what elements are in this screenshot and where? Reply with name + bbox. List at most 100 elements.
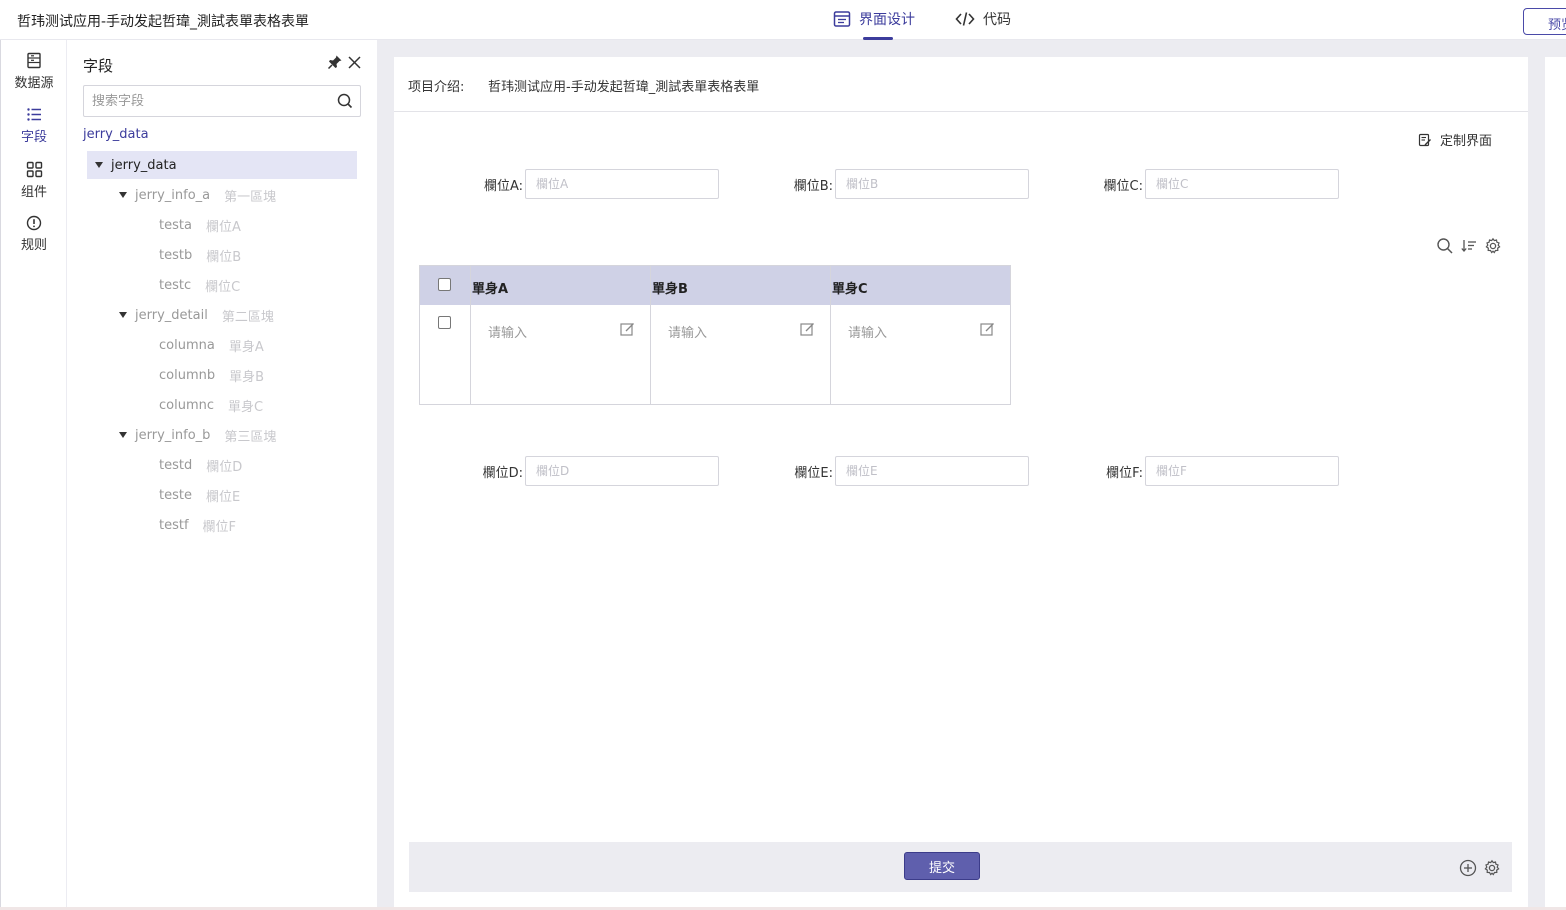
datasource-root-link[interactable]: jerry_data [83, 127, 149, 142]
tree-node-label: 欄位C [205, 279, 241, 295]
form-card: 项目介绍: 哲玮测试应用-手动发起哲瑋_測試表單表格表單 定制界面 欄位A: 欄… [394, 57, 1528, 910]
close-icon[interactable] [347, 55, 362, 74]
tree-node-field[interactable]: teste 欄位E [159, 481, 240, 509]
field-b: 欄位B: [783, 169, 1029, 199]
tree-node-field[interactable]: columna 單身A [159, 331, 264, 359]
edit-icon[interactable] [620, 322, 635, 341]
code-icon [955, 12, 975, 26]
field-panel: 字段 jerry_data jerry_data jerry_info_a 第一… [67, 40, 377, 910]
tree-node-key: columnc [159, 397, 215, 413]
intro-row: 项目介绍: 哲玮测试应用-手动发起哲瑋_測試表單表格表單 [394, 57, 1528, 112]
field-a: 欄位A: [473, 169, 719, 199]
caret-down-icon[interactable] [119, 312, 127, 318]
tree-node-field[interactable]: testf 欄位F [159, 511, 236, 539]
cell-input-a[interactable]: 请输入 [488, 322, 527, 341]
right-panel-edge [1545, 57, 1566, 910]
tree-node-label: 單身C [228, 399, 264, 415]
column-header-c: 單身C [832, 282, 868, 297]
search-icon[interactable] [337, 93, 353, 113]
tree-node-root[interactable]: jerry_data [87, 151, 357, 179]
tree-node-field[interactable]: columnb 單身B [159, 361, 264, 389]
row-checkbox[interactable] [438, 316, 451, 329]
column-divider [470, 266, 471, 404]
tab-code-label: 代码 [983, 12, 1011, 28]
caret-down-icon[interactable] [95, 162, 103, 168]
customize-ui-label: 定制界面 [1440, 134, 1493, 149]
column-header-b: 單身B [652, 282, 688, 297]
tree-node-key: testd [159, 457, 193, 473]
tree-node-key: jerry_data [111, 157, 177, 173]
submit-button[interactable]: 提交 [904, 852, 980, 880]
tree-node-key: teste [159, 487, 192, 503]
rail-item-components[interactable]: 组件 [1, 161, 67, 200]
tree-node-key: columnb [159, 367, 216, 383]
field-e-input[interactable] [835, 456, 1029, 486]
tree-node-label: 欄位B [206, 249, 242, 265]
tree-node-label: 欄位F [202, 519, 237, 535]
customize-ui-button[interactable]: 定制界面 [1418, 130, 1492, 149]
field-a-label: 欄位A: [483, 178, 523, 194]
pin-icon[interactable] [327, 54, 343, 74]
tree-node-field[interactable]: testc 欄位C [159, 271, 240, 299]
edit-icon[interactable] [800, 322, 815, 341]
tab-code[interactable]: 代码 [955, 9, 1011, 29]
rail-label-datasource: 数据源 [14, 76, 54, 91]
rail-item-rules[interactable]: 规则 [1, 215, 67, 253]
rail-label-fields: 字段 [20, 130, 47, 145]
rail-item-datasource[interactable]: 数据源 [1, 52, 67, 91]
tree-node-group[interactable]: jerry_info_b 第三區塊 [119, 421, 276, 449]
column-divider [830, 266, 831, 404]
list-icon [27, 108, 41, 121]
database-icon [27, 52, 41, 69]
table-settings-gear-icon[interactable] [1484, 237, 1502, 259]
field-f-label: 欄位F: [1106, 465, 1143, 481]
tab-ui-design[interactable]: 界面设计 [833, 9, 915, 40]
field-e: 欄位E: [783, 456, 1029, 486]
preview-button[interactable]: 预览 [1523, 8, 1566, 35]
tree-node-field[interactable]: testa 欄位A [159, 211, 241, 239]
table-search-icon[interactable] [1436, 237, 1454, 259]
rail-label-rules: 规则 [20, 238, 47, 253]
edit-icon[interactable] [980, 322, 995, 341]
footer-settings-gear-icon[interactable] [1483, 859, 1501, 881]
sort-icon[interactable] [1460, 237, 1478, 259]
tree-node-key: jerry_info_a [135, 187, 211, 203]
tree-node-key: jerry_detail [135, 307, 208, 323]
tree-node-field[interactable]: columnc 單身C [159, 391, 263, 419]
field-f-input[interactable] [1145, 456, 1339, 486]
tree-node-label: 欄位A [205, 219, 241, 235]
caret-down-icon[interactable] [119, 432, 127, 438]
column-header-a: 單身A [472, 282, 509, 297]
rail-label-components: 组件 [20, 185, 47, 200]
tree-node-field[interactable]: testd 欄位D [159, 451, 242, 479]
tree-node-key: testa [159, 217, 192, 233]
cell-input-b[interactable]: 请输入 [668, 322, 707, 341]
field-c-label: 欄位C: [1103, 178, 1143, 194]
footer-tools [1459, 859, 1501, 881]
tree-node-group[interactable]: jerry_detail 第二區塊 [119, 301, 274, 329]
tree-node-label: 欄位D [206, 459, 243, 475]
intro-value: 哲玮测试应用-手动发起哲瑋_測試表單表格表單 [488, 80, 760, 95]
tree-node-key: testb [159, 247, 193, 263]
select-all-checkbox[interactable] [438, 278, 451, 291]
tree-node-label: 第一區塊 [224, 189, 277, 205]
field-a-input[interactable] [525, 169, 719, 199]
tree-node-group[interactable]: jerry_info_a 第一區塊 [119, 181, 276, 209]
add-circle-icon[interactable] [1459, 859, 1477, 881]
field-search-input[interactable] [84, 86, 324, 116]
tree-node-key: testc [159, 277, 192, 293]
grid-icon [26, 161, 42, 178]
tree-node-field[interactable]: testb 欄位B [159, 241, 241, 269]
cell-input-c[interactable]: 请输入 [848, 322, 887, 341]
field-f: 欄位F: [1093, 456, 1339, 486]
field-c-input[interactable] [1145, 169, 1339, 199]
tab-ui-design-label: 界面设计 [859, 12, 915, 28]
caret-down-icon[interactable] [119, 192, 127, 198]
field-d-label: 欄位D: [482, 465, 523, 481]
field-b-input[interactable] [835, 169, 1029, 199]
edit-document-icon [1418, 133, 1431, 146]
field-d-input[interactable] [525, 456, 719, 486]
intro-label: 项目介绍: [408, 80, 465, 95]
rail-item-fields[interactable]: 字段 [1, 106, 67, 145]
detail-table: 單身A 單身B 單身C 请输入 请输入 请输入 [419, 265, 1011, 405]
